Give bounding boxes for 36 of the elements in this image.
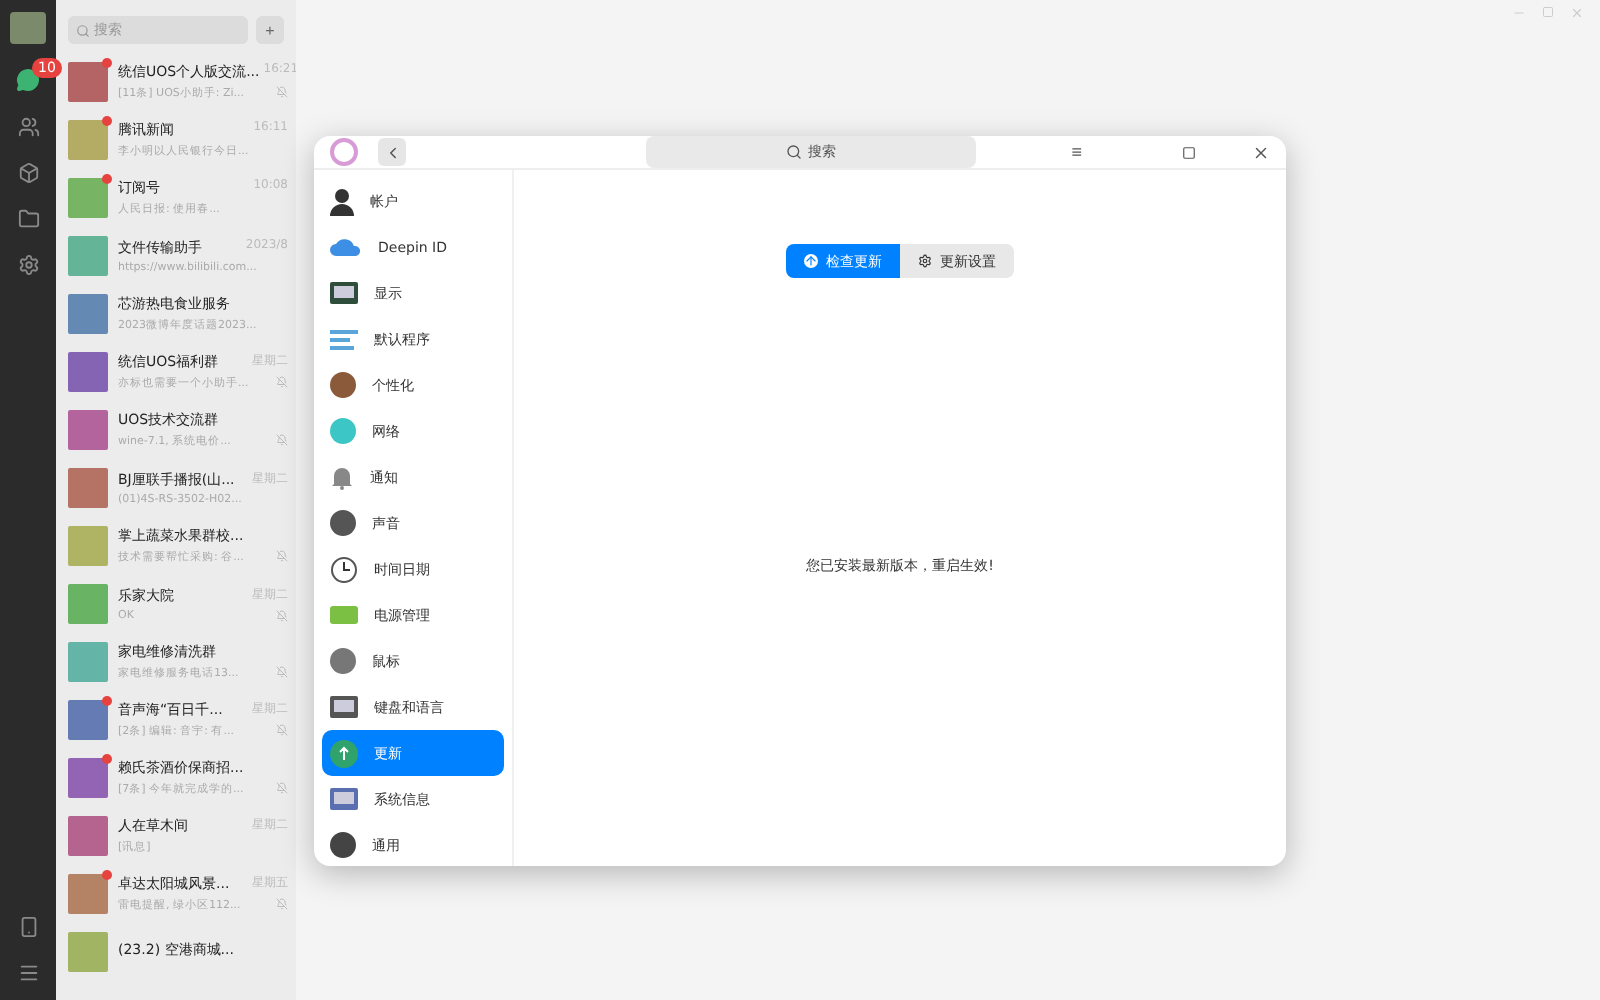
chat-avatar <box>68 815 108 855</box>
cube-icon[interactable] <box>17 162 39 184</box>
person-icon <box>330 187 354 215</box>
battery-icon <box>330 606 358 624</box>
menu-button[interactable]: ≡ <box>1071 142 1082 162</box>
menu-icon[interactable] <box>17 962 39 984</box>
chat-icon[interactable] <box>16 68 40 92</box>
list-icon <box>330 327 358 351</box>
cloud-icon <box>330 236 362 258</box>
close-button[interactable] <box>1252 143 1270 161</box>
add-button[interactable]: + <box>256 16 284 44</box>
back-button[interactable] <box>378 138 406 166</box>
chat-avatar <box>68 641 108 681</box>
phone-icon[interactable] <box>17 916 39 938</box>
arrow-up-icon <box>330 739 358 767</box>
bell-icon <box>330 464 354 490</box>
chat-avatar <box>68 467 108 507</box>
contacts-icon[interactable] <box>17 116 39 138</box>
arrow-up-icon <box>804 254 818 268</box>
search-icon <box>786 144 802 160</box>
monitor-icon <box>330 281 358 305</box>
chat-avatar <box>68 293 108 333</box>
chat-avatar <box>68 525 108 565</box>
maximize-button[interactable] <box>1182 145 1196 159</box>
keyboard-icon <box>330 695 358 719</box>
window-icon <box>330 787 358 811</box>
search-icon <box>76 23 90 37</box>
chat-avatar <box>68 931 108 971</box>
chat-avatar <box>68 351 108 391</box>
clock-icon <box>330 555 358 583</box>
chat-avatar <box>68 235 108 275</box>
chat-avatar <box>68 409 108 449</box>
settings-icon[interactable] <box>17 254 39 276</box>
chat-avatar <box>68 583 108 623</box>
app-logo <box>330 138 358 166</box>
folder-icon[interactable] <box>17 208 39 230</box>
